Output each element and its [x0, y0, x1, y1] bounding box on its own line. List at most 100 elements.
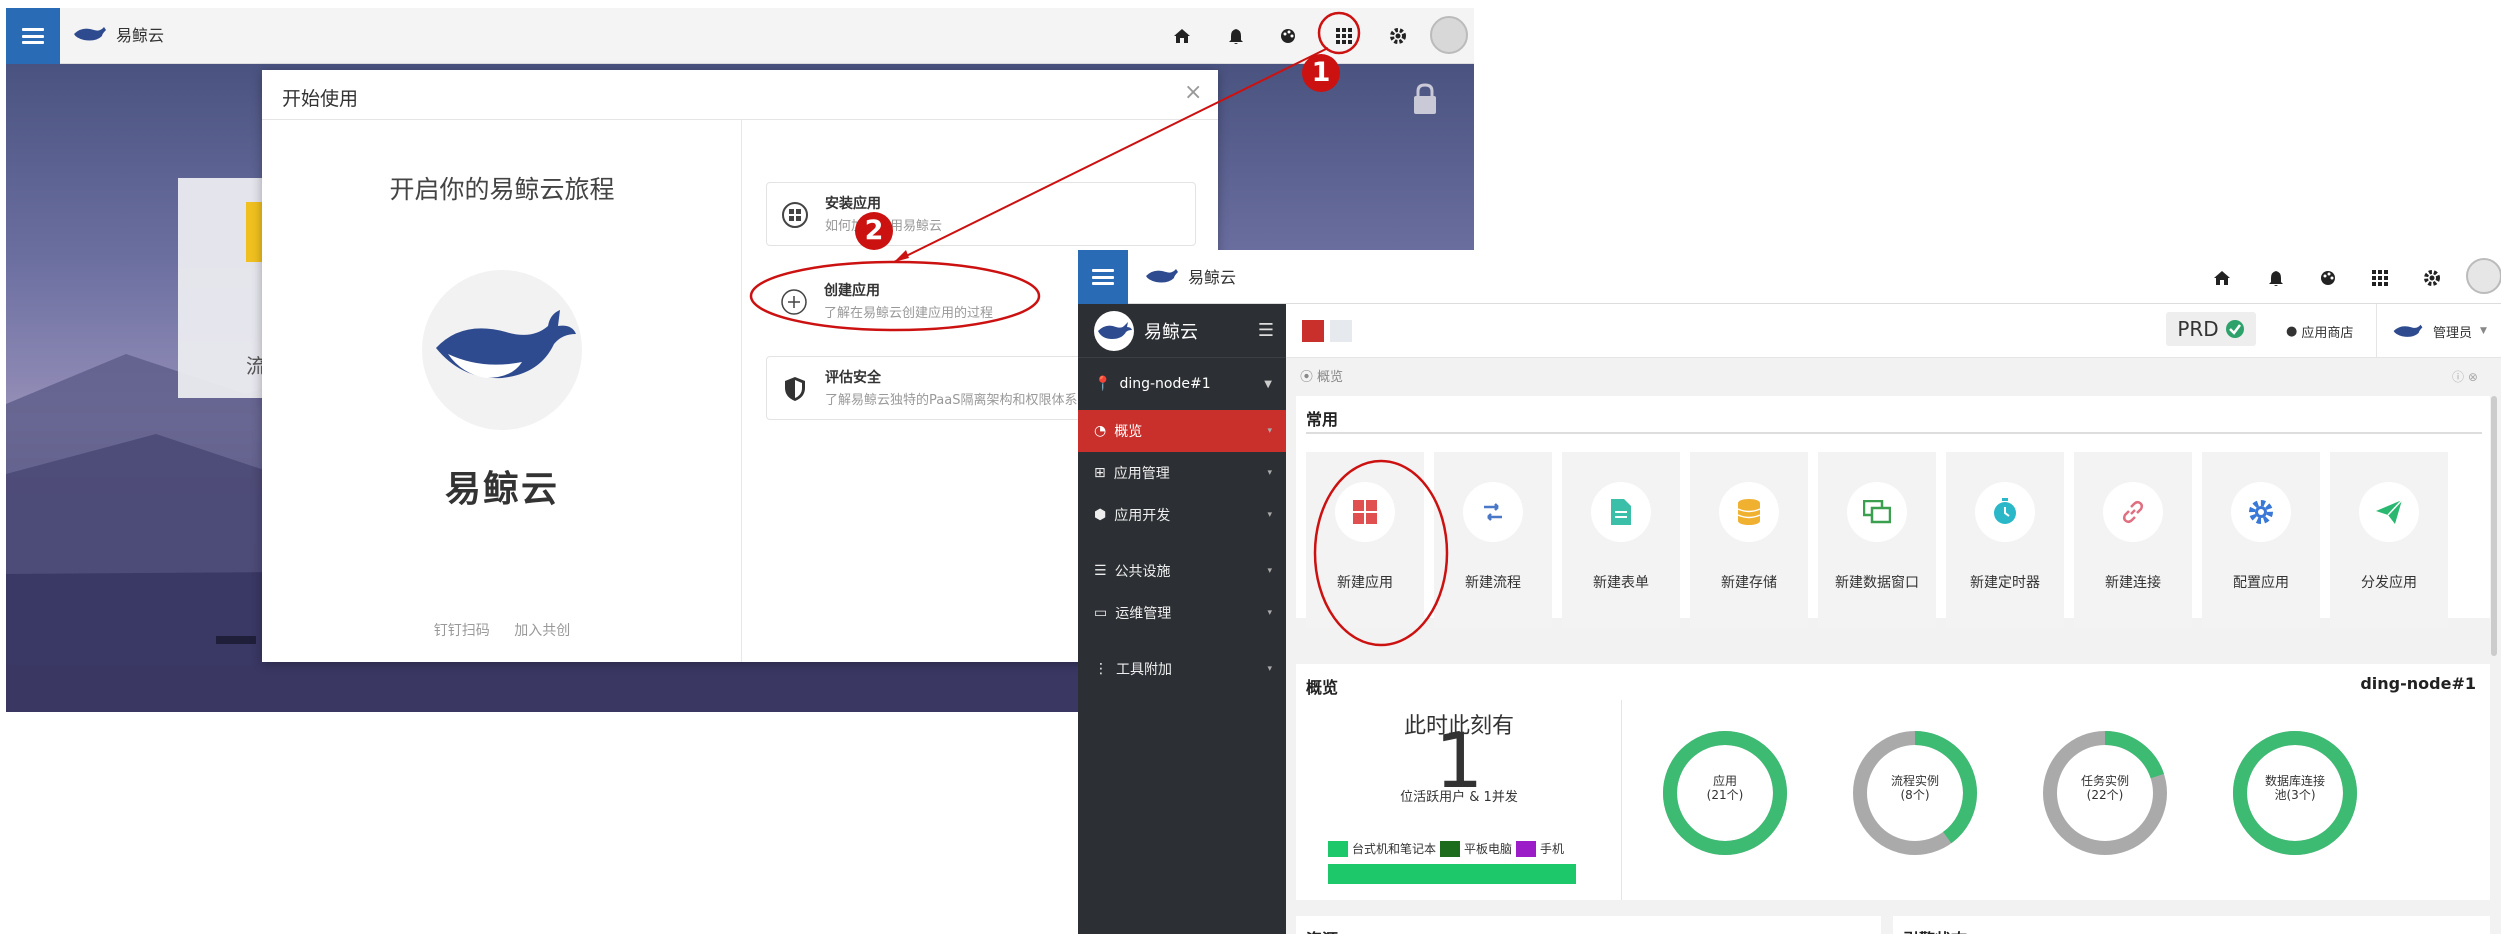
- apps-icon: ⊞: [1094, 465, 1106, 481]
- overview-panel: 概览 ding-node#1 1 此时此刻有 位活跃用户 & 1并发 台式机和笔…: [1296, 664, 2490, 900]
- theme-swatch-light[interactable]: [1330, 320, 1352, 342]
- sidebar-item-label: 工具附加: [1116, 662, 1172, 678]
- legend-label: 台式机和笔记本: [1352, 842, 1437, 856]
- top-bar: 易鲸云: [6, 8, 1474, 64]
- apps-grid-icon[interactable]: [1332, 24, 1356, 48]
- chevron-down-icon: ▾: [1267, 608, 1272, 618]
- more-vertical-icon: ⋮: [1094, 661, 1108, 677]
- palette-icon[interactable]: [1276, 24, 1300, 48]
- window-icon: [1847, 482, 1907, 542]
- chevron-down-icon: ▼: [2480, 326, 2487, 336]
- step-badge-2: 2: [855, 212, 893, 250]
- app-name: 易鲸云: [116, 26, 165, 45]
- collapse-sidebar-icon[interactable]: ☰: [1258, 320, 1274, 341]
- database-icon: [1719, 482, 1779, 542]
- breadcrumb-actions: ⓘ ⊗: [2452, 368, 2478, 385]
- new-app-tile[interactable]: 新建应用: [1306, 452, 1424, 628]
- new-data-window-tile[interactable]: 新建数据窗口: [1818, 452, 1936, 628]
- theme-swatch-red[interactable]: [1302, 320, 1324, 342]
- home-icon[interactable]: [2210, 266, 2234, 290]
- legend-label: 平板电脑: [1464, 842, 1513, 856]
- environment-badge[interactable]: PRD: [2166, 312, 2256, 346]
- donut-label: 应用: [1712, 774, 1737, 788]
- form-icon: [1591, 482, 1651, 542]
- sidebar-item-app-management[interactable]: ⊞ 应用管理 ▾: [1078, 452, 1286, 494]
- breadcrumb-item[interactable]: 概览: [1317, 366, 1343, 385]
- avatar[interactable]: [2466, 258, 2501, 294]
- option-title: 创建应用: [824, 283, 880, 299]
- plus-circle-icon: [781, 289, 807, 315]
- whale-logo: [1094, 310, 1134, 351]
- shield-icon: [785, 377, 805, 401]
- help-icon[interactable]: ⓘ: [2452, 370, 2464, 384]
- check-circle-icon: [2225, 320, 2244, 338]
- divider: [1306, 432, 2482, 434]
- install-app-option[interactable]: 安装应用 如何加入使用易鲸云: [766, 182, 1196, 246]
- dashboard-icon: ◔: [1094, 423, 1107, 439]
- tile-label: 新建流程: [1465, 575, 1521, 591]
- sidebar-item-label: 概览: [1114, 424, 1143, 440]
- user-menu[interactable]: 管理员 ▼: [2376, 304, 2501, 358]
- new-form-tile[interactable]: 新建表单: [1562, 452, 1680, 628]
- bell-icon[interactable]: [2264, 266, 2288, 290]
- option-title: 安装应用: [825, 196, 881, 212]
- bell-icon[interactable]: [1224, 24, 1248, 48]
- chevron-down-icon: ▾: [1267, 468, 1272, 478]
- tile-label: 新建表单: [1593, 575, 1649, 591]
- new-flow-tile[interactable]: 新建流程: [1434, 452, 1552, 628]
- dialog-title: 开始使用: [282, 88, 359, 110]
- donut-label: 流程实例: [1890, 774, 1939, 788]
- menu-toggle-button[interactable]: [6, 8, 60, 64]
- legend-label: 手机: [1540, 842, 1565, 856]
- gear-icon[interactable]: [1386, 24, 1410, 48]
- active-users-caption: 位活跃用户 & 1并发: [1400, 790, 1518, 805]
- home-icon[interactable]: [1170, 24, 1194, 48]
- donut-db-pool: 数据库连接 池(3个): [2232, 730, 2358, 856]
- app-name: 易鲸云: [1188, 268, 1237, 287]
- tile-label: 新建应用: [1337, 575, 1393, 591]
- sidebar-item-label: 应用开发: [1114, 508, 1171, 524]
- chevron-down-icon: ▾: [1267, 664, 1272, 674]
- new-connection-tile[interactable]: 新建连接: [2074, 452, 2192, 628]
- whale-logo: [422, 270, 582, 430]
- apps-grid-icon[interactable]: [2368, 266, 2392, 290]
- sidebar-item-overview[interactable]: ◔ 概览 ▾: [1078, 410, 1286, 452]
- sidebar-brand: 易鲸云 ☰: [1078, 304, 1286, 358]
- active-users-heading: 此时此刻有: [1403, 714, 1514, 739]
- sidebar-item-operations[interactable]: ▭ 运维管理 ▾: [1078, 592, 1286, 634]
- chevron-down-icon: ▼: [1264, 378, 1272, 390]
- sidebar-item-public-facilities[interactable]: ☰ 公共设施 ▾: [1078, 550, 1286, 592]
- join-cocreate-link[interactable]: 加入共创: [514, 623, 570, 639]
- configure-app-tile[interactable]: 配置应用: [2202, 452, 2320, 628]
- new-timer-tile[interactable]: 新建定时器: [1946, 452, 2064, 628]
- sidebar-item-label: 运维管理: [1115, 606, 1172, 622]
- new-storage-tile[interactable]: 新建存储: [1690, 452, 1808, 628]
- location-pin-icon: ⦿: [1300, 370, 1314, 385]
- dialog-footer-links: 钉钉扫码 加入共创: [262, 620, 742, 640]
- dialog-brand-name: 易鲸云: [444, 469, 559, 510]
- app-store-link[interactable]: ● 应用商店: [2286, 322, 2353, 341]
- sidebar-item-tools[interactable]: ⋮ 工具附加 ▾: [1078, 648, 1286, 690]
- palette-icon[interactable]: [2316, 266, 2340, 290]
- dialog-header: 开始使用 ×: [262, 70, 1218, 120]
- distribute-app-tile[interactable]: 分发应用: [2330, 452, 2448, 628]
- avatar[interactable]: [1430, 16, 1468, 54]
- app-store-label: 应用商店: [2301, 326, 2354, 341]
- scrollbar[interactable]: [2491, 396, 2497, 656]
- close-icon[interactable]: ×: [1184, 80, 1202, 105]
- app-logo[interactable]: 易鲸云: [1144, 264, 1236, 288]
- donut-apps: 应用 (21个): [1662, 730, 1788, 856]
- node-selector[interactable]: 📍 ding-node#1 ▼: [1078, 358, 1286, 410]
- lock-icon[interactable]: [1410, 82, 1440, 120]
- whale-icon: [2393, 324, 2423, 337]
- dingtalk-scan-link[interactable]: 钉钉扫码: [434, 623, 490, 639]
- sidebar-item-app-development[interactable]: ⬢ 应用开发 ▾: [1078, 494, 1286, 536]
- gear-icon[interactable]: [2420, 266, 2444, 290]
- close-icon[interactable]: ⊗: [2468, 370, 2478, 384]
- menu-toggle-button[interactable]: [1078, 250, 1128, 304]
- flow-icon: [1463, 482, 1523, 542]
- grid-icon: [1335, 482, 1395, 542]
- app-logo[interactable]: 易鲸云: [72, 22, 164, 46]
- timer-icon: [1975, 482, 2035, 542]
- chevron-down-icon: ▾: [1267, 426, 1272, 436]
